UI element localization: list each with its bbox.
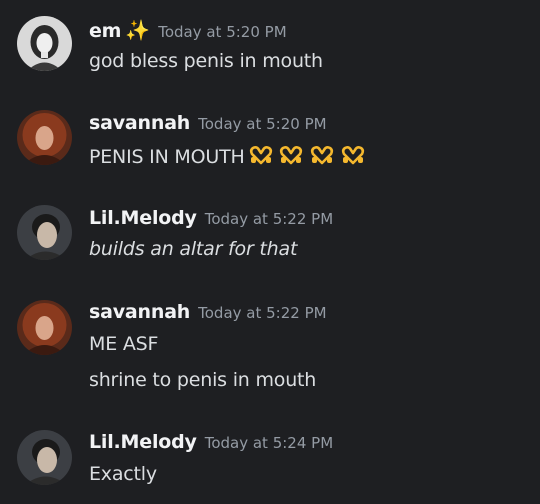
timestamp[interactable]: Today at 5:20 PM	[198, 115, 326, 133]
username[interactable]: Lil.Melody	[89, 207, 197, 229]
message-header: savannah Today at 5:20 PM	[89, 112, 327, 134]
username[interactable]: savannah	[89, 301, 190, 323]
heart-hands-icon	[280, 146, 303, 165]
avatar-lil-melody[interactable]	[17, 430, 72, 485]
timestamp[interactable]: Today at 5:22 PM	[198, 304, 326, 322]
avatar-em[interactable]	[17, 16, 72, 71]
username[interactable]: Lil.Melody	[89, 431, 197, 453]
message-header: savannah Today at 5:22 PM	[89, 301, 327, 323]
message-text: ME ASF	[89, 333, 159, 355]
heart-hands-icon	[311, 146, 334, 165]
username[interactable]: savannah	[89, 112, 190, 134]
message-text: builds an altar for that	[89, 238, 298, 260]
message-text: shrine to penis in mouth	[89, 369, 317, 391]
timestamp[interactable]: Today at 5:22 PM	[205, 210, 333, 228]
avatar-lil-melody[interactable]	[17, 205, 72, 260]
heart-hands-icon	[249, 146, 272, 165]
timestamp[interactable]: Today at 5:20 PM	[158, 23, 286, 41]
message-header: Lil.Melody Today at 5:24 PM	[89, 431, 333, 453]
avatar-savannah[interactable]	[17, 110, 72, 165]
message-header: em ✨ Today at 5:20 PM	[89, 18, 287, 42]
message-header: Lil.Melody Today at 5:22 PM	[89, 207, 333, 229]
avatar-savannah[interactable]	[17, 300, 72, 355]
heart-hands-icon	[342, 146, 365, 165]
message-text: god bless penis in mouth	[89, 50, 323, 72]
message-text: PENIS IN MOUTH	[89, 145, 366, 170]
username[interactable]: em	[89, 20, 121, 42]
emoji-row	[249, 145, 367, 170]
timestamp[interactable]: Today at 5:24 PM	[205, 434, 333, 452]
message-text: Exactly	[89, 463, 157, 485]
message-text-content: PENIS IN MOUTH	[89, 146, 245, 168]
sparkles-icon: ✨	[125, 18, 151, 42]
